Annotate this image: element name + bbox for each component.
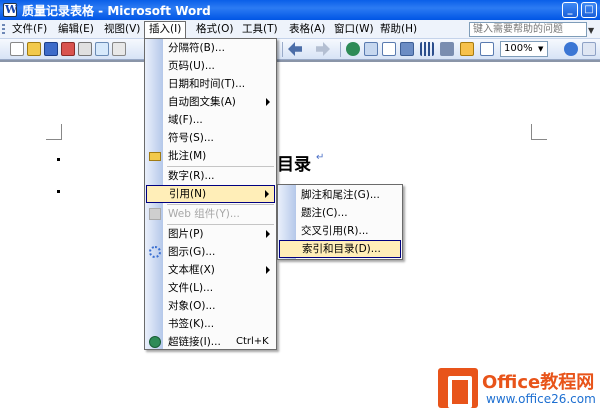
minimize-button[interactable]: _ <box>562 2 578 18</box>
menu-item-date-time[interactable]: 日期和时间(T)... <box>146 75 275 93</box>
menu-item-bookmark[interactable]: 书签(K)... <box>146 315 275 333</box>
office26-watermark-logo: Office教程网 www.office26.com <box>438 364 598 414</box>
hyperlink-shortcut: Ctrl+K <box>236 336 269 347</box>
hyperlink-icon <box>149 336 161 348</box>
margin-corner-top-right <box>531 124 547 140</box>
menu-tools[interactable]: 工具(T) <box>238 21 282 38</box>
undo-icon[interactable] <box>288 42 302 56</box>
margin-corner-top-left <box>46 124 62 140</box>
zoom-dropdown-icon[interactable]: ▼ <box>538 45 543 53</box>
submenu-arrow-icon <box>265 190 269 198</box>
columns-icon[interactable] <box>420 42 434 56</box>
menu-item-text-box[interactable]: 文本框(X) <box>146 261 275 279</box>
menu-help[interactable]: 帮助(H) <box>376 21 421 38</box>
help-dropdown-icon[interactable]: ▼ <box>588 26 594 35</box>
insert-excel-icon[interactable] <box>400 42 414 56</box>
redo-icon[interactable] <box>316 42 330 56</box>
menu-item-field[interactable]: 域(F)... <box>146 111 275 129</box>
diagram-icon <box>149 246 161 258</box>
menu-format[interactable]: 格式(O) <box>192 21 237 38</box>
permission-icon[interactable] <box>61 42 75 56</box>
toolbar-options-icon[interactable] <box>582 42 596 56</box>
insert-table-icon[interactable] <box>382 42 396 56</box>
tables-borders-icon[interactable] <box>364 42 378 56</box>
menu-item-number[interactable]: 数字(R)... <box>146 167 275 185</box>
menu-item-web-component[interactable]: Web 组件(Y)... <box>146 205 275 223</box>
watermark-url: www.office26.com <box>486 392 596 406</box>
menu-item-cross-reference[interactable]: 交叉引用(R)... <box>279 222 401 240</box>
menu-item-comment[interactable]: 批注(M) <box>146 147 275 165</box>
submenu-arrow-icon <box>266 266 270 274</box>
menu-item-index-and-tables[interactable]: 索引和目录(D)... <box>279 240 401 258</box>
menu-item-file[interactable]: 文件(L)... <box>146 279 275 297</box>
menu-window[interactable]: 窗口(W) <box>330 21 378 38</box>
web-component-icon <box>149 208 161 220</box>
document-map-icon[interactable] <box>460 42 474 56</box>
menu-item-object[interactable]: 对象(O)... <box>146 297 275 315</box>
new-document-icon[interactable] <box>10 42 24 56</box>
list-bullet <box>57 190 60 193</box>
print-icon[interactable] <box>78 42 92 56</box>
menu-table[interactable]: 表格(A) <box>285 21 329 38</box>
insert-hyperlink-icon[interactable] <box>346 42 360 56</box>
menu-item-reference[interactable]: 引用(N) <box>146 185 275 203</box>
menu-item-caption[interactable]: 题注(C)... <box>279 204 401 222</box>
reference-submenu: 脚注和尾注(G)... 题注(C)... 交叉引用(R)... 索引和目录(D)… <box>277 184 403 260</box>
paragraph-mark: ↵ <box>316 152 325 163</box>
window-title: 质量记录表格 - Microsoft Word <box>22 4 211 18</box>
save-icon[interactable] <box>44 42 58 56</box>
help-icon[interactable] <box>564 42 578 56</box>
office-logo-icon <box>438 368 478 408</box>
menu-item-diagram[interactable]: 图示(G)... <box>146 243 275 261</box>
menu-item-symbol[interactable]: 符号(S)... <box>146 129 275 147</box>
word-app-icon[interactable] <box>3 3 17 17</box>
menu-item-page-numbers[interactable]: 页码(U)... <box>146 57 275 75</box>
drawing-icon[interactable] <box>440 42 454 56</box>
document-heading: 目录 <box>277 155 311 175</box>
maximize-button[interactable]: □ <box>581 2 597 18</box>
open-folder-icon[interactable] <box>27 42 41 56</box>
show-hide-icon[interactable] <box>480 42 494 56</box>
help-search-input[interactable]: 键入需要帮助的问题 <box>469 22 587 37</box>
watermark-brand: Office教程网 <box>482 372 595 393</box>
toolbar-separator <box>340 42 341 57</box>
menu-edit[interactable]: 编辑(E) <box>54 21 98 38</box>
menubar-grip-icon[interactable] <box>2 24 5 35</box>
menu-view[interactable]: 视图(V) <box>100 21 144 38</box>
spelling-icon[interactable] <box>112 42 126 56</box>
menu-insert[interactable]: 插入(I) <box>144 21 187 38</box>
menu-item-break[interactable]: 分隔符(B)... <box>146 39 275 57</box>
menu-file[interactable]: 文件(F) <box>8 21 51 38</box>
menu-item-hyperlink[interactable]: 超链接(I)... Ctrl+K <box>146 333 275 351</box>
print-preview-icon[interactable] <box>95 42 109 56</box>
submenu-arrow-icon <box>266 98 270 106</box>
toolbar-separator <box>282 42 283 57</box>
insert-menu: 分隔符(B)... 页码(U)... 日期和时间(T)... 自动图文集(A) … <box>144 38 277 350</box>
folder-icon <box>149 152 161 161</box>
menu-item-footnote[interactable]: 脚注和尾注(G)... <box>279 186 401 204</box>
menu-item-autotext[interactable]: 自动图文集(A) <box>146 93 275 111</box>
submenu-arrow-icon <box>266 230 270 238</box>
list-bullet <box>57 158 60 161</box>
menu-item-picture[interactable]: 图片(P) <box>146 225 275 243</box>
title-bar: 质量记录表格 - Microsoft Word _ □ <box>0 0 600 20</box>
